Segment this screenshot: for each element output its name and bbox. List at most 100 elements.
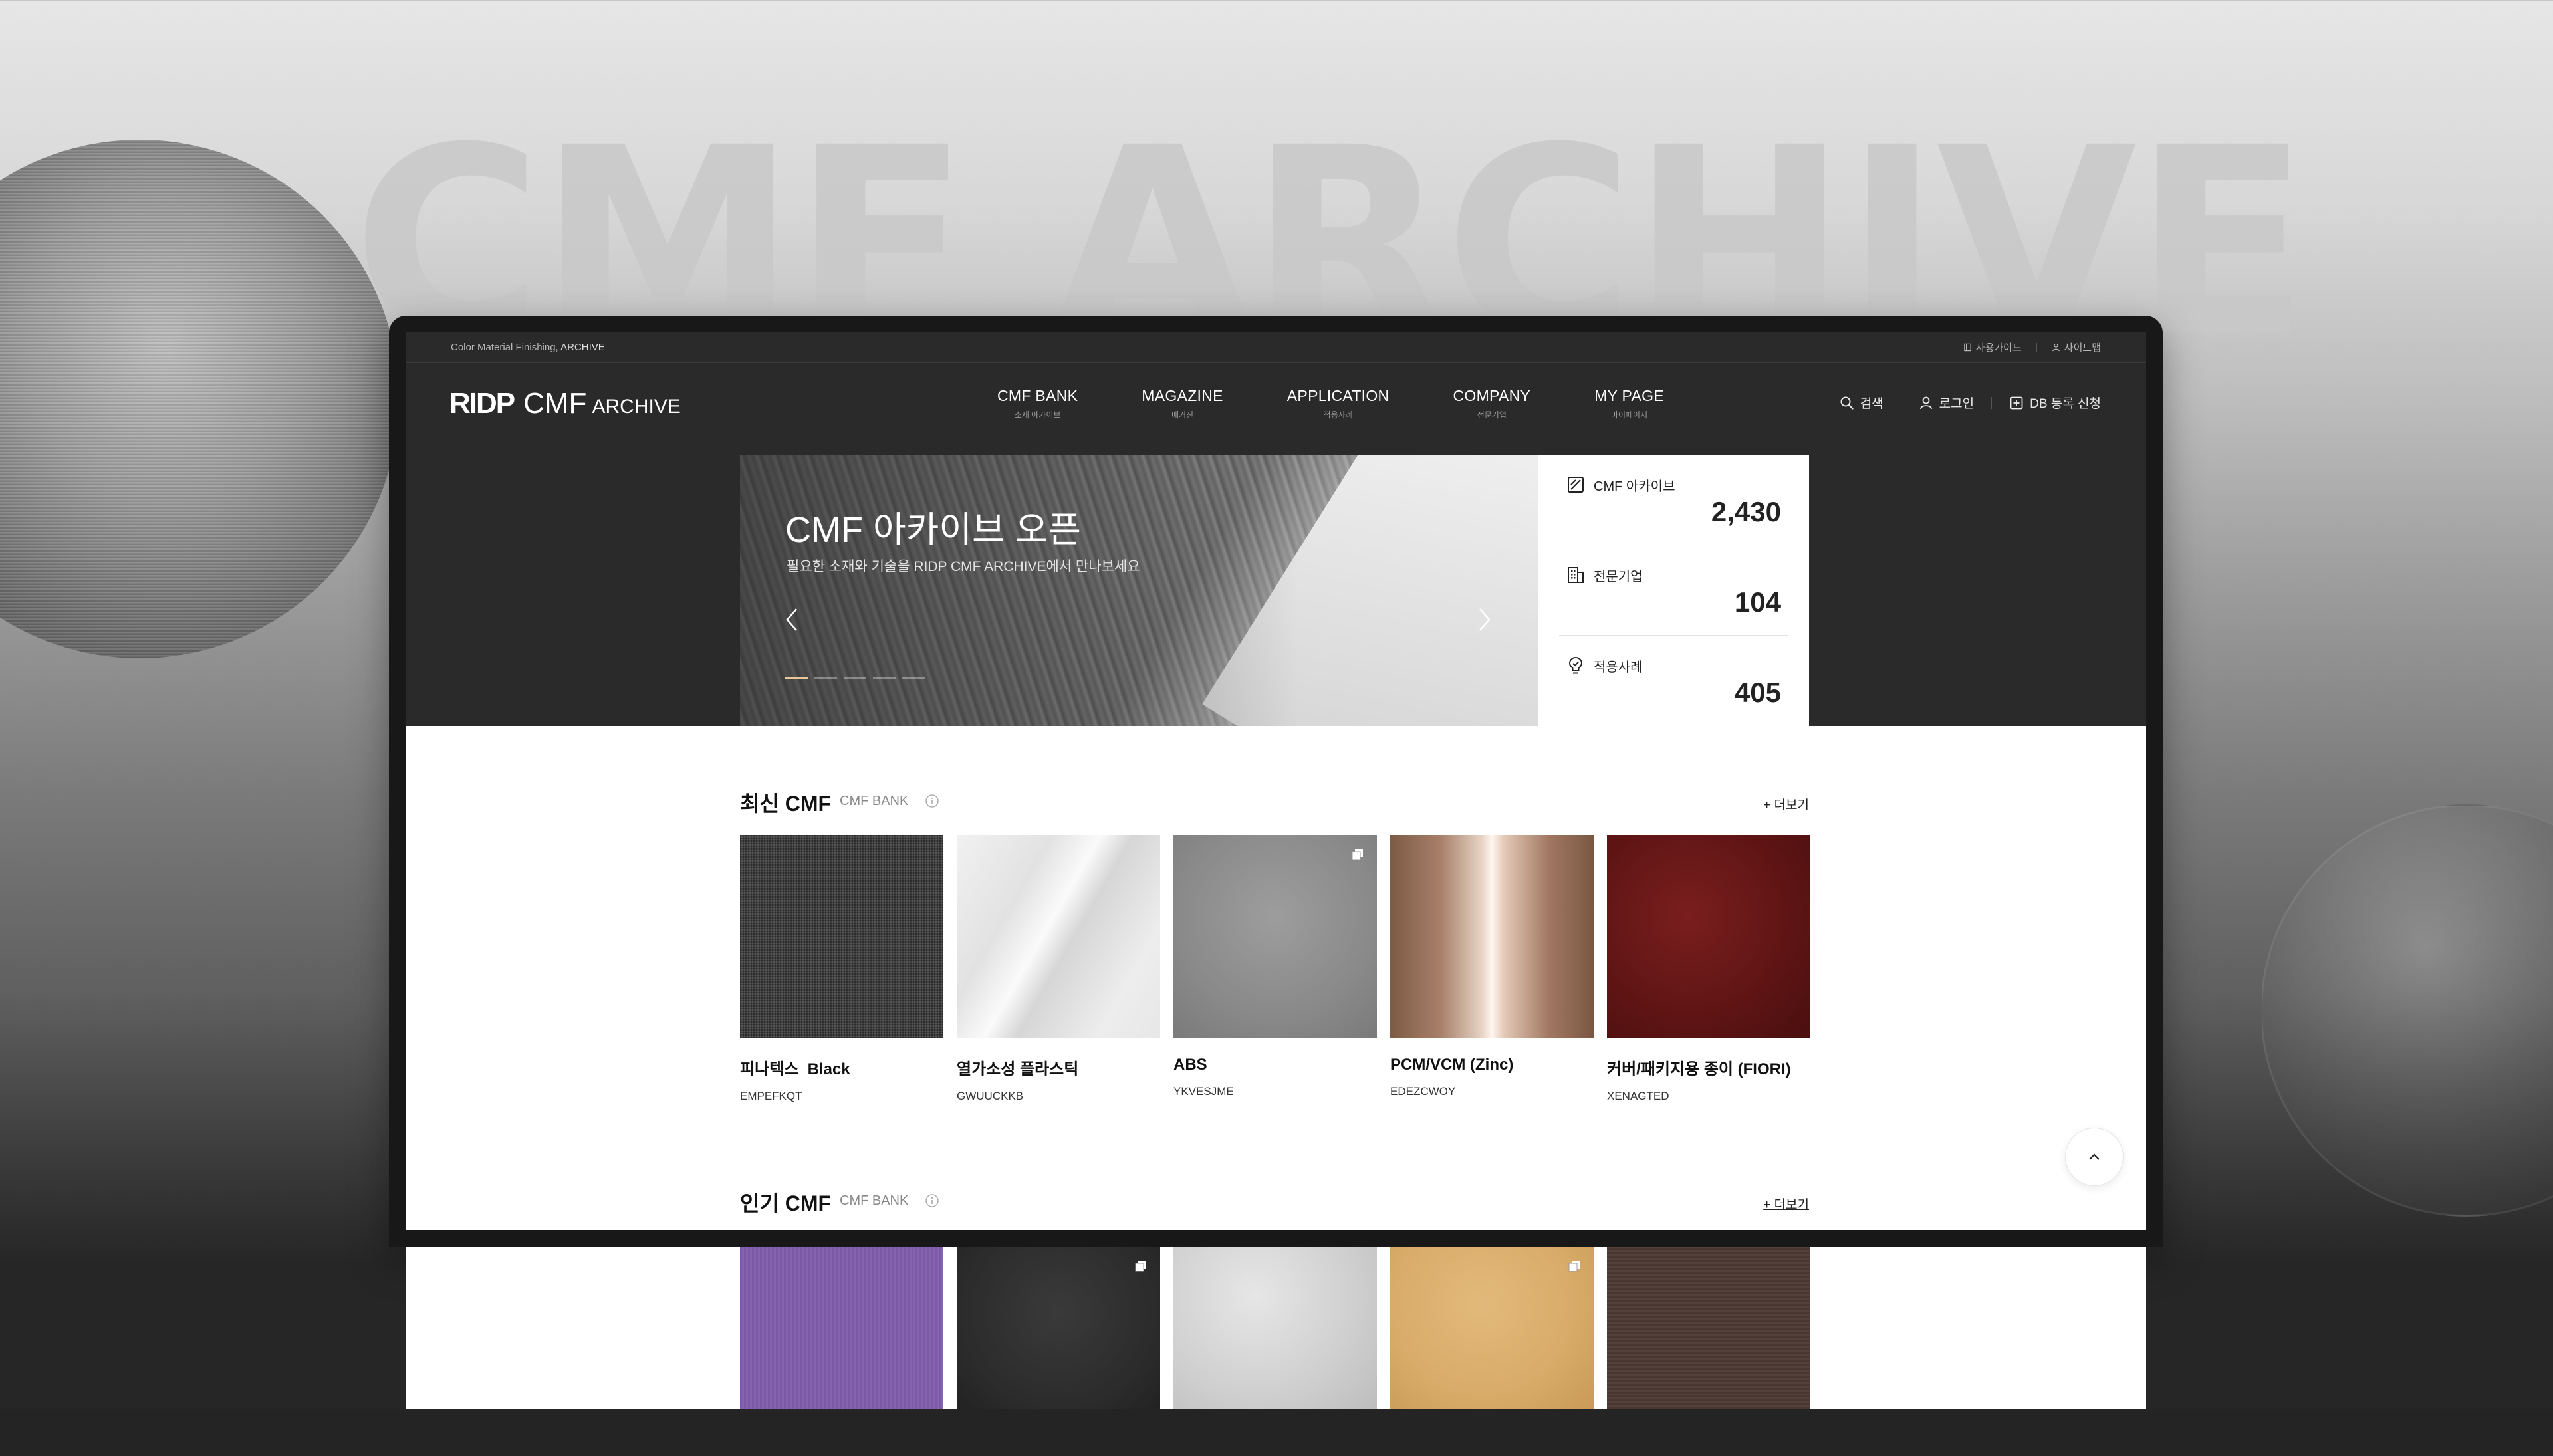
utility-links: 사용가이드 사이트맵 [1963, 340, 2101, 354]
material-thumbnail [1607, 835, 1810, 1038]
scroll-top-button[interactable] [2065, 1128, 2124, 1186]
hero-dot[interactable] [873, 677, 896, 679]
popular-more-link[interactable]: + 더보기 [1763, 1195, 1809, 1213]
stat-application[interactable]: 적용사례 405 [1559, 636, 1788, 726]
nav-magazine[interactable]: MAGAZINE 매거진 [1110, 387, 1255, 420]
sitemap-icon [2052, 343, 2060, 352]
building-icon [1568, 567, 1584, 583]
popular-card-list [740, 1247, 1810, 1409]
hero-background-image [1202, 455, 1538, 726]
chevron-left-icon [786, 608, 797, 631]
section-subtitle: CMF BANK [840, 794, 909, 808]
material-thumbnail [957, 1247, 1160, 1409]
material-card[interactable] [957, 1247, 1160, 1409]
material-code: EMPEFKQT [740, 1090, 802, 1102]
material-card[interactable] [1390, 1247, 1594, 1409]
website-screen: Color Material Finishing, ARCHIVE 사용가이드 … [406, 332, 2146, 1230]
nav-cmf-bank[interactable]: CMF BANK 소재 아카이브 [965, 387, 1110, 420]
login-button[interactable]: 로그인 [1919, 394, 1974, 412]
material-name: PCM/VCM (Zinc) [1390, 1056, 1514, 1074]
section-subtitle: CMF BANK [840, 1193, 909, 1208]
stat-label: 전문기업 [1594, 569, 1643, 584]
material-thumbnail [1390, 1247, 1594, 1409]
material-thumbnail [1173, 1247, 1377, 1409]
multi-image-icon [1352, 849, 1363, 860]
material-card[interactable]: PCM/VCM (Zinc) EDEZCWOY [1390, 835, 1594, 1103]
material-name: 열가소성 플라스틱 [957, 1060, 1079, 1078]
popular-section-header: 인기 CMF CMF BANK + 더보기 [740, 1187, 1809, 1215]
sitemap-link[interactable]: 사이트맵 [2052, 340, 2101, 354]
material-code: YKVESJME [1173, 1085, 1234, 1098]
user-icon [1919, 396, 1932, 409]
stat-archive[interactable]: CMF 아카이브 2,430 [1559, 455, 1788, 545]
material-card[interactable] [1607, 1247, 1810, 1409]
hero-next-button[interactable] [1471, 606, 1498, 633]
hero-dot[interactable] [785, 677, 808, 679]
material-code: EDEZCWOY [1390, 1085, 1456, 1098]
info-icon[interactable] [925, 794, 939, 808]
material-card[interactable]: 피나텍스_Black EMPEFKQT [740, 835, 943, 1103]
stat-value: 2,430 [1711, 496, 1781, 527]
popular-card-area [406, 1247, 2146, 1409]
material-card[interactable]: 열가소성 플라스틱 GWUUCKKB [957, 835, 1160, 1103]
db-register-button[interactable]: DB 등록 신청 [2009, 394, 2101, 412]
material-name: 커버/패키지용 종이 (FIORI) [1607, 1060, 1791, 1078]
material-code: XENAGTED [1607, 1090, 1669, 1102]
latest-card-list: 피나텍스_Black EMPEFKQT 열가소성 플라스틱 GWUUCKKB A… [740, 835, 1810, 1103]
material-card[interactable] [740, 1247, 943, 1409]
hero-prev-button[interactable] [779, 606, 805, 633]
hero-pagination [785, 677, 925, 679]
nav-company[interactable]: COMPANY 전문기업 [1421, 387, 1562, 420]
material-card[interactable] [1173, 1247, 1377, 1409]
material-name: 피나텍스_Black [740, 1060, 850, 1078]
hero-subtitle: 필요한 소재와 기술을 RIDP CMF ARCHIVE에서 만나보세요 [787, 559, 1140, 574]
background-metal-sphere [0, 140, 399, 658]
header-actions: 검색 로그인 DB 등록 신청 [1840, 394, 2101, 412]
search-button[interactable]: 검색 [1840, 394, 1884, 412]
hero-dot[interactable] [844, 677, 866, 679]
material-card[interactable]: ABS YKVESJME [1173, 835, 1377, 1103]
lightbulb-icon [1568, 656, 1583, 674]
material-name: ABS [1173, 1056, 1207, 1074]
add-box-icon [2010, 396, 2023, 409]
stat-label: 적용사례 [1594, 660, 1643, 675]
material-thumbnail [957, 835, 1160, 1038]
stats-panel: CMF 아카이브 2,430 전문기업 104 적용사례 405 [1538, 455, 1809, 726]
book-icon [1964, 343, 1971, 352]
stat-company[interactable]: 전문기업 104 [1559, 545, 1788, 636]
section-title: 인기 CMF [740, 1191, 832, 1215]
hero-dot[interactable] [814, 677, 837, 679]
chevron-up-icon [2089, 1153, 2100, 1160]
multi-image-icon [1568, 1261, 1580, 1272]
info-icon[interactable] [925, 1193, 939, 1208]
utility-bar: Color Material Finishing, ARCHIVE 사용가이드 … [406, 332, 2146, 363]
material-code: GWUUCKKB [957, 1090, 1024, 1102]
material-thumbnail [1173, 835, 1377, 1038]
stat-label: CMF 아카이브 [1594, 479, 1675, 494]
archive-icon [1568, 477, 1584, 493]
material-thumbnail [1390, 835, 1594, 1038]
site-header: RIDP CMF ARCHIVE CMF BANK 소재 아카이브 MAGAZI… [406, 363, 2146, 444]
nav-application[interactable]: APPLICATION 적용사례 [1255, 387, 1421, 420]
user-guide-link[interactable]: 사용가이드 [1963, 340, 2022, 354]
latest-section-header: 최신 CMF CMF BANK + 더보기 [740, 787, 1809, 816]
material-thumbnail [740, 1247, 943, 1409]
section-title: 최신 CMF [740, 792, 832, 816]
material-card[interactable]: 커버/패키지용 종이 (FIORI) XENAGTED [1607, 835, 1810, 1103]
hero-dot[interactable] [902, 677, 925, 679]
background-glass-sphere [2260, 804, 2553, 1217]
multi-image-icon [1135, 1261, 1146, 1272]
stat-value: 405 [1734, 677, 1781, 708]
utility-brandline: Color Material Finishing, ARCHIVE [451, 342, 605, 353]
chevron-right-icon [1479, 608, 1491, 631]
material-thumbnail [1607, 1247, 1810, 1409]
latest-more-link[interactable]: + 더보기 [1763, 795, 1809, 813]
site-logo[interactable]: RIDP CMF ARCHIVE [449, 387, 681, 420]
hero-banner: CMF 아카이브 오픈 필요한 소재와 기술을 RIDP CMF ARCHIVE… [740, 455, 1538, 726]
hero-title: CMF 아카이브 오픈 [785, 510, 1082, 550]
nav-my-page[interactable]: MY PAGE 마이페이지 [1562, 387, 1696, 420]
main-navigation: CMF BANK 소재 아카이브 MAGAZINE 매거진 APPLICATIO… [965, 387, 1696, 420]
bottom-bar [0, 1409, 2553, 1456]
material-thumbnail [740, 835, 943, 1038]
stat-value: 104 [1734, 586, 1781, 618]
